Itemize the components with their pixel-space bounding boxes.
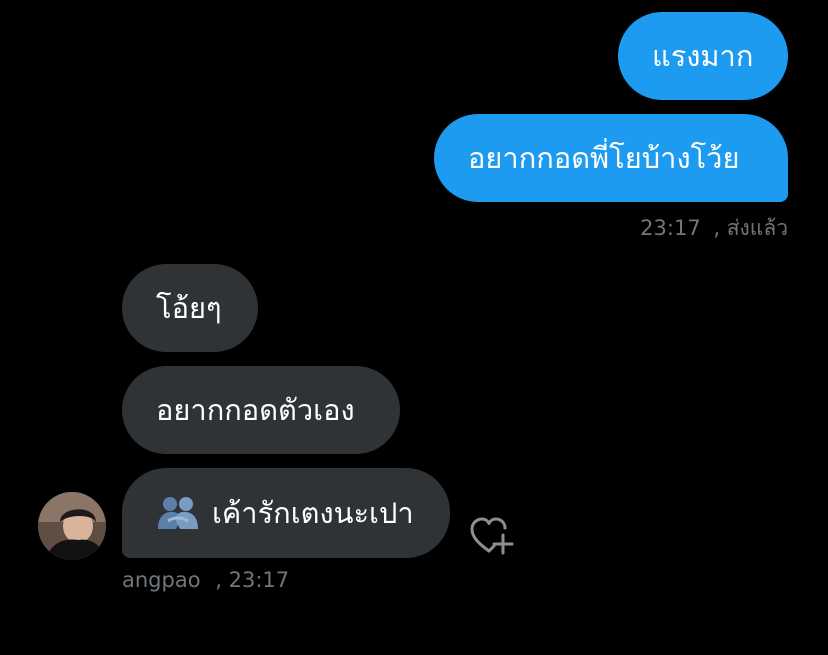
message-time: , 23:17 [215,568,290,592]
sent-message-bubble[interactable]: แรงมาก [618,12,788,100]
sender-name: angpao [122,568,201,592]
message-text: อยากกอดพี่โยบ้างโว้ย [468,141,740,175]
received-message-bubble[interactable]: โอ้ยๆ [122,264,258,352]
user-avatar[interactable] [38,492,106,560]
message-text: อยากกอดตัวเอง [156,393,355,427]
message-text: แรงมาก [652,39,754,73]
people-hugging-emoji [156,495,200,531]
sent-message-meta: 23:17 , ส่งแล้ว [640,212,788,245]
received-message-bubble[interactable]: เค้ารักเตงนะเปา [122,468,450,558]
message-status: , ส่งแล้ว [713,216,788,240]
sent-message-bubble[interactable]: อยากกอดพี่โยบ้างโว้ย [434,114,788,202]
add-reaction-heart-icon[interactable] [468,515,514,557]
message-text: เค้ารักเตงนะเปา [212,496,414,530]
message-text: โอ้ยๆ [156,291,222,325]
received-message-meta: angpao , 23:17 [122,568,289,592]
received-message-bubble[interactable]: อยากกอดตัวเอง [122,366,400,454]
message-time: 23:17 [640,216,701,240]
